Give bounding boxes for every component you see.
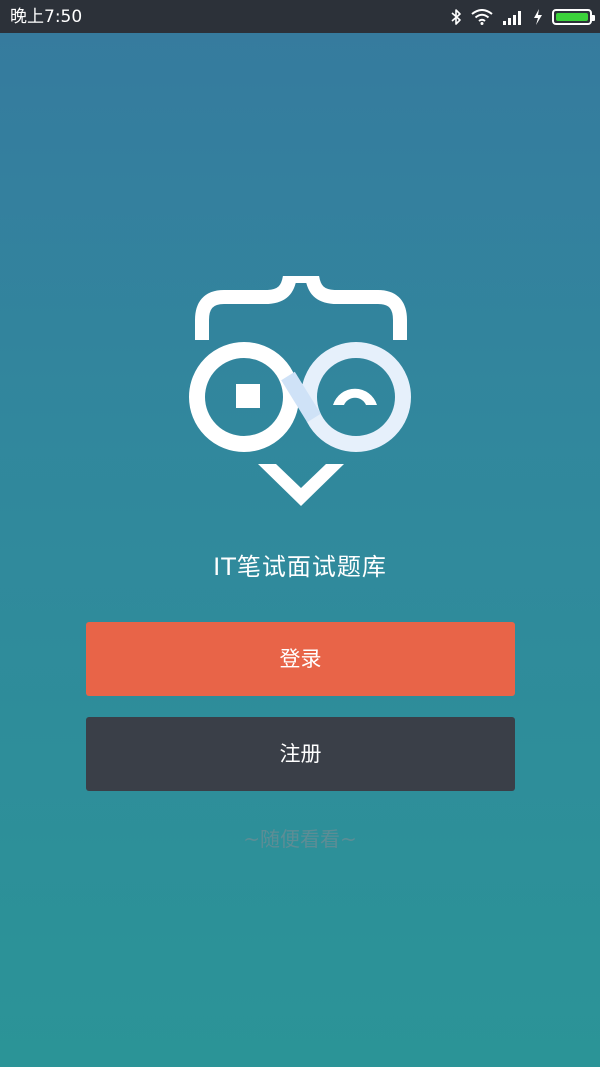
signal-icon [502, 9, 524, 25]
charging-icon [533, 8, 543, 26]
app-title: IT笔试面试题库 [213, 553, 387, 581]
status-icons [450, 6, 595, 28]
battery-level [556, 13, 588, 21]
battery-icon [552, 9, 595, 25]
status-bar: 晚上7:50 [0, 0, 600, 33]
splash-screen: 晚上7:50 IT笔试面试题库 登录 注册 ~随便看看~ [0, 0, 600, 1067]
login-button[interactable]: 登录 [86, 622, 515, 696]
bluetooth-icon [450, 8, 462, 26]
browse-as-guest-link[interactable]: ~随便看看~ [0, 824, 600, 854]
owl-logo-icon [188, 269, 414, 510]
wifi-icon [471, 9, 493, 25]
register-button[interactable]: 注册 [86, 717, 515, 791]
status-time: 晚上7:50 [10, 7, 83, 27]
